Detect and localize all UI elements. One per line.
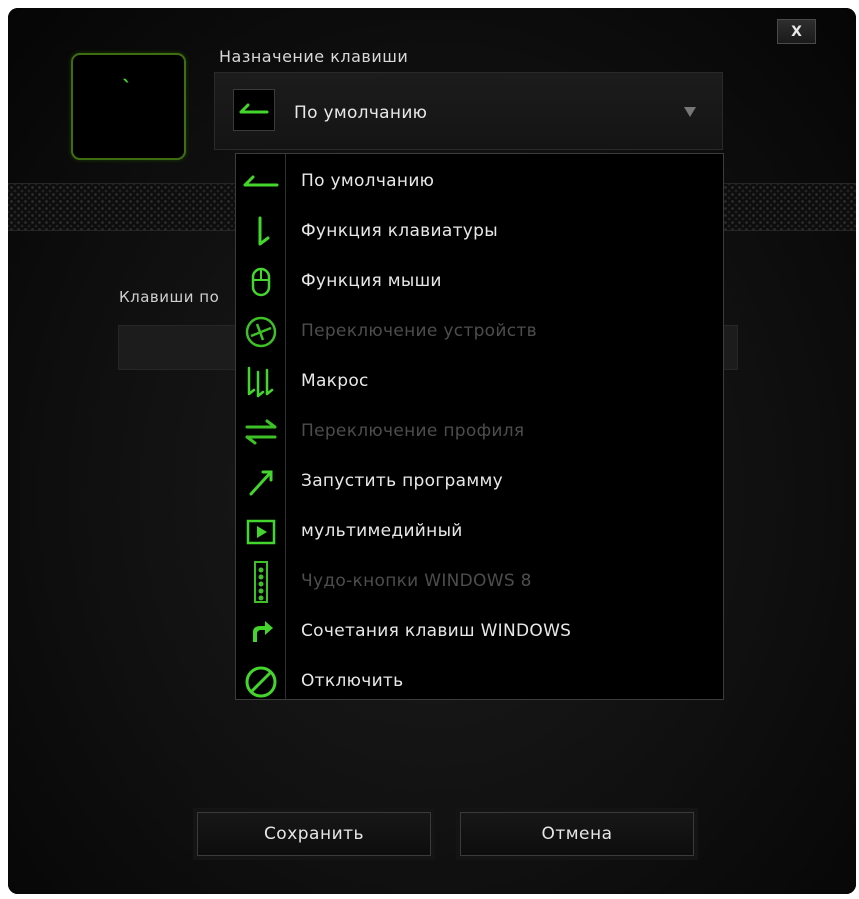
menu-item-profile-switch: Переключение профиля <box>236 406 723 456</box>
default-arrow-icon <box>240 161 282 203</box>
menu-item-keyboard-function[interactable]: Функция клавиатуры <box>236 206 723 256</box>
launch-program-icon <box>240 461 282 503</box>
charms-icon <box>240 561 282 603</box>
menu-item-label: Функция мыши <box>301 271 442 291</box>
key-glyph: ` <box>122 76 132 100</box>
default-arrow-icon <box>233 89 275 131</box>
menu-item-multimedia[interactable]: мультимедийный <box>236 506 723 556</box>
menu-item-label: Запустить программу <box>301 471 503 491</box>
assignment-dropdown[interactable]: По умолчанию <box>214 72 723 150</box>
menu-item-label: Макрос <box>301 371 369 391</box>
menu-item-mouse-function[interactable]: Функция мыши <box>236 256 723 306</box>
cancel-button[interactable]: Отмена <box>460 812 694 856</box>
save-button[interactable]: Сохранить <box>197 812 431 856</box>
assignment-menu: По умолчанию Функция клавиатуры Функция … <box>235 153 724 700</box>
assignment-label: Назначение клавиши <box>219 47 409 66</box>
keys-label: Клавиши по <box>119 288 220 306</box>
menu-item-label: Чудо-кнопки WINDOWS 8 <box>301 571 532 591</box>
menu-item-disable[interactable]: Отключить <box>236 656 723 706</box>
keyboard-function-icon <box>240 211 282 253</box>
key-preview: ` <box>71 53 186 160</box>
menu-item-label: Функция клавиатуры <box>301 221 498 241</box>
chevron-down-icon <box>684 107 696 117</box>
disable-icon <box>240 661 282 703</box>
menu-item-device-switch: Переключение устройств <box>236 306 723 356</box>
mouse-icon <box>240 261 282 303</box>
menu-item-label: мультимедийный <box>301 521 463 541</box>
multimedia-icon <box>240 511 282 553</box>
menu-item-label: Переключение профиля <box>301 421 525 441</box>
menu-item-macro[interactable]: Макрос <box>236 356 723 406</box>
close-button[interactable]: X <box>777 19 816 44</box>
device-switch-icon <box>240 311 282 353</box>
menu-item-windows8-charms: Чудо-кнопки WINDOWS 8 <box>236 556 723 606</box>
menu-item-label: Сочетания клавиш WINDOWS <box>301 621 572 641</box>
menu-item-launch-program[interactable]: Запустить программу <box>236 456 723 506</box>
menu-item-default[interactable]: По умолчанию <box>236 156 723 206</box>
menu-item-label: Переключение устройств <box>301 321 537 341</box>
dropdown-selected-value: По умолчанию <box>294 103 428 123</box>
menu-item-label: По умолчанию <box>301 171 435 191</box>
menu-item-windows-shortcuts[interactable]: Сочетания клавиш WINDOWS <box>236 606 723 656</box>
profile-switch-icon <box>240 411 282 453</box>
macro-icon <box>240 361 282 403</box>
windows-shortcut-icon <box>240 611 282 653</box>
menu-item-label: Отключить <box>301 671 404 691</box>
